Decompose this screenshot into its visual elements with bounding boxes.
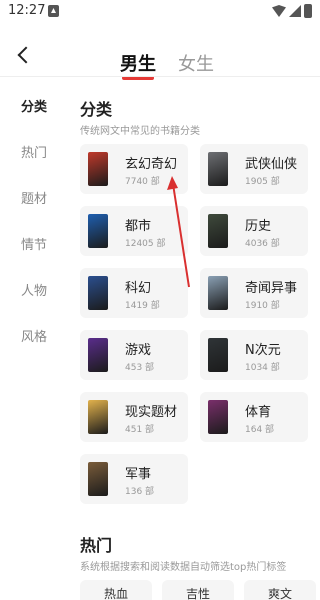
- side-item-plot[interactable]: 情节: [0, 234, 68, 253]
- category-card[interactable]: 军事 136 部: [80, 454, 188, 504]
- category-count: 7740 部: [125, 177, 160, 187]
- side-item-style[interactable]: 风格: [0, 326, 68, 345]
- category-name: 科幻: [125, 281, 152, 296]
- category-count: 12405 部: [125, 239, 166, 249]
- status-time: 12:27: [8, 3, 46, 18]
- book-cover-image: [88, 214, 108, 248]
- tab-female-label: 女生: [178, 54, 214, 75]
- category-card[interactable]: 武侠仙侠 1905 部: [200, 144, 308, 194]
- hot-tag[interactable]: 吉性: [162, 580, 234, 600]
- top-bar: 男生 女生: [0, 40, 320, 80]
- hot-tag[interactable]: 爽文: [244, 580, 316, 600]
- category-name: 武侠仙侠: [245, 157, 298, 172]
- side-item-hot[interactable]: 热门: [0, 142, 68, 161]
- category-card[interactable]: 奇闻异事 1910 部: [200, 268, 308, 318]
- side-item-character[interactable]: 人物: [0, 280, 68, 299]
- book-cover-image: [208, 214, 228, 248]
- category-name: 历史: [245, 219, 272, 234]
- signal-icon: [289, 5, 301, 17]
- wifi-icon: [272, 5, 286, 17]
- book-cover-image: [208, 400, 228, 434]
- category-name: 现实题材: [125, 405, 178, 420]
- hot-section-subtitle: 系统根据搜索和阅读数据自动筛选top热门标签: [80, 562, 287, 573]
- book-cover-image: [88, 276, 108, 310]
- book-cover-image: [88, 400, 108, 434]
- category-name: N次元: [245, 343, 281, 358]
- category-count: 1034 部: [245, 363, 280, 373]
- category-count: 4036 部: [245, 239, 280, 249]
- book-cover-image: [88, 462, 108, 496]
- battery-icon: [304, 4, 312, 18]
- category-section-subtitle: 传统网文中常见的书籍分类: [80, 126, 200, 137]
- book-cover-image: [208, 338, 228, 372]
- category-name: 体育: [245, 405, 272, 420]
- category-name: 军事: [125, 467, 152, 482]
- category-card[interactable]: 体育 164 部: [200, 392, 308, 442]
- notification-icon: [48, 5, 59, 17]
- category-card[interactable]: 历史 4036 部: [200, 206, 308, 256]
- category-count: 1905 部: [245, 177, 280, 187]
- category-count: 1910 部: [245, 301, 280, 311]
- hot-section-title: 热门: [80, 536, 113, 555]
- status-bar: 12:27: [0, 0, 320, 24]
- category-count: 451 部: [125, 425, 155, 435]
- category-count: 136 部: [125, 487, 155, 497]
- header-divider: [0, 76, 320, 77]
- category-card[interactable]: 游戏 453 部: [80, 330, 188, 380]
- category-card[interactable]: 都市 12405 部: [80, 206, 188, 256]
- back-arrow-icon[interactable]: [12, 44, 34, 68]
- category-name: 奇闻异事: [245, 281, 298, 296]
- book-cover-image: [208, 152, 228, 186]
- tab-female[interactable]: 女生: [178, 50, 214, 76]
- category-name: 玄幻奇幻: [125, 157, 178, 172]
- hot-tag[interactable]: 热血: [80, 580, 152, 600]
- book-cover-image: [88, 152, 108, 186]
- category-card[interactable]: 现实题材 451 部: [80, 392, 188, 442]
- book-cover-image: [208, 276, 228, 310]
- category-count: 1419 部: [125, 301, 160, 311]
- category-count: 453 部: [125, 363, 155, 373]
- category-name: 游戏: [125, 343, 152, 358]
- category-card[interactable]: 科幻 1419 部: [80, 268, 188, 318]
- category-card[interactable]: N次元 1034 部: [200, 330, 308, 380]
- book-cover-image: [88, 338, 108, 372]
- tab-male[interactable]: 男生: [120, 50, 156, 80]
- category-name: 都市: [125, 219, 152, 234]
- category-card[interactable]: 玄幻奇幻 7740 部: [80, 144, 188, 194]
- category-section-title: 分类: [80, 100, 113, 119]
- side-item-theme[interactable]: 题材: [0, 188, 68, 207]
- side-item-category[interactable]: 分类: [0, 96, 68, 115]
- category-count: 164 部: [245, 425, 275, 435]
- tab-male-label: 男生: [120, 54, 156, 75]
